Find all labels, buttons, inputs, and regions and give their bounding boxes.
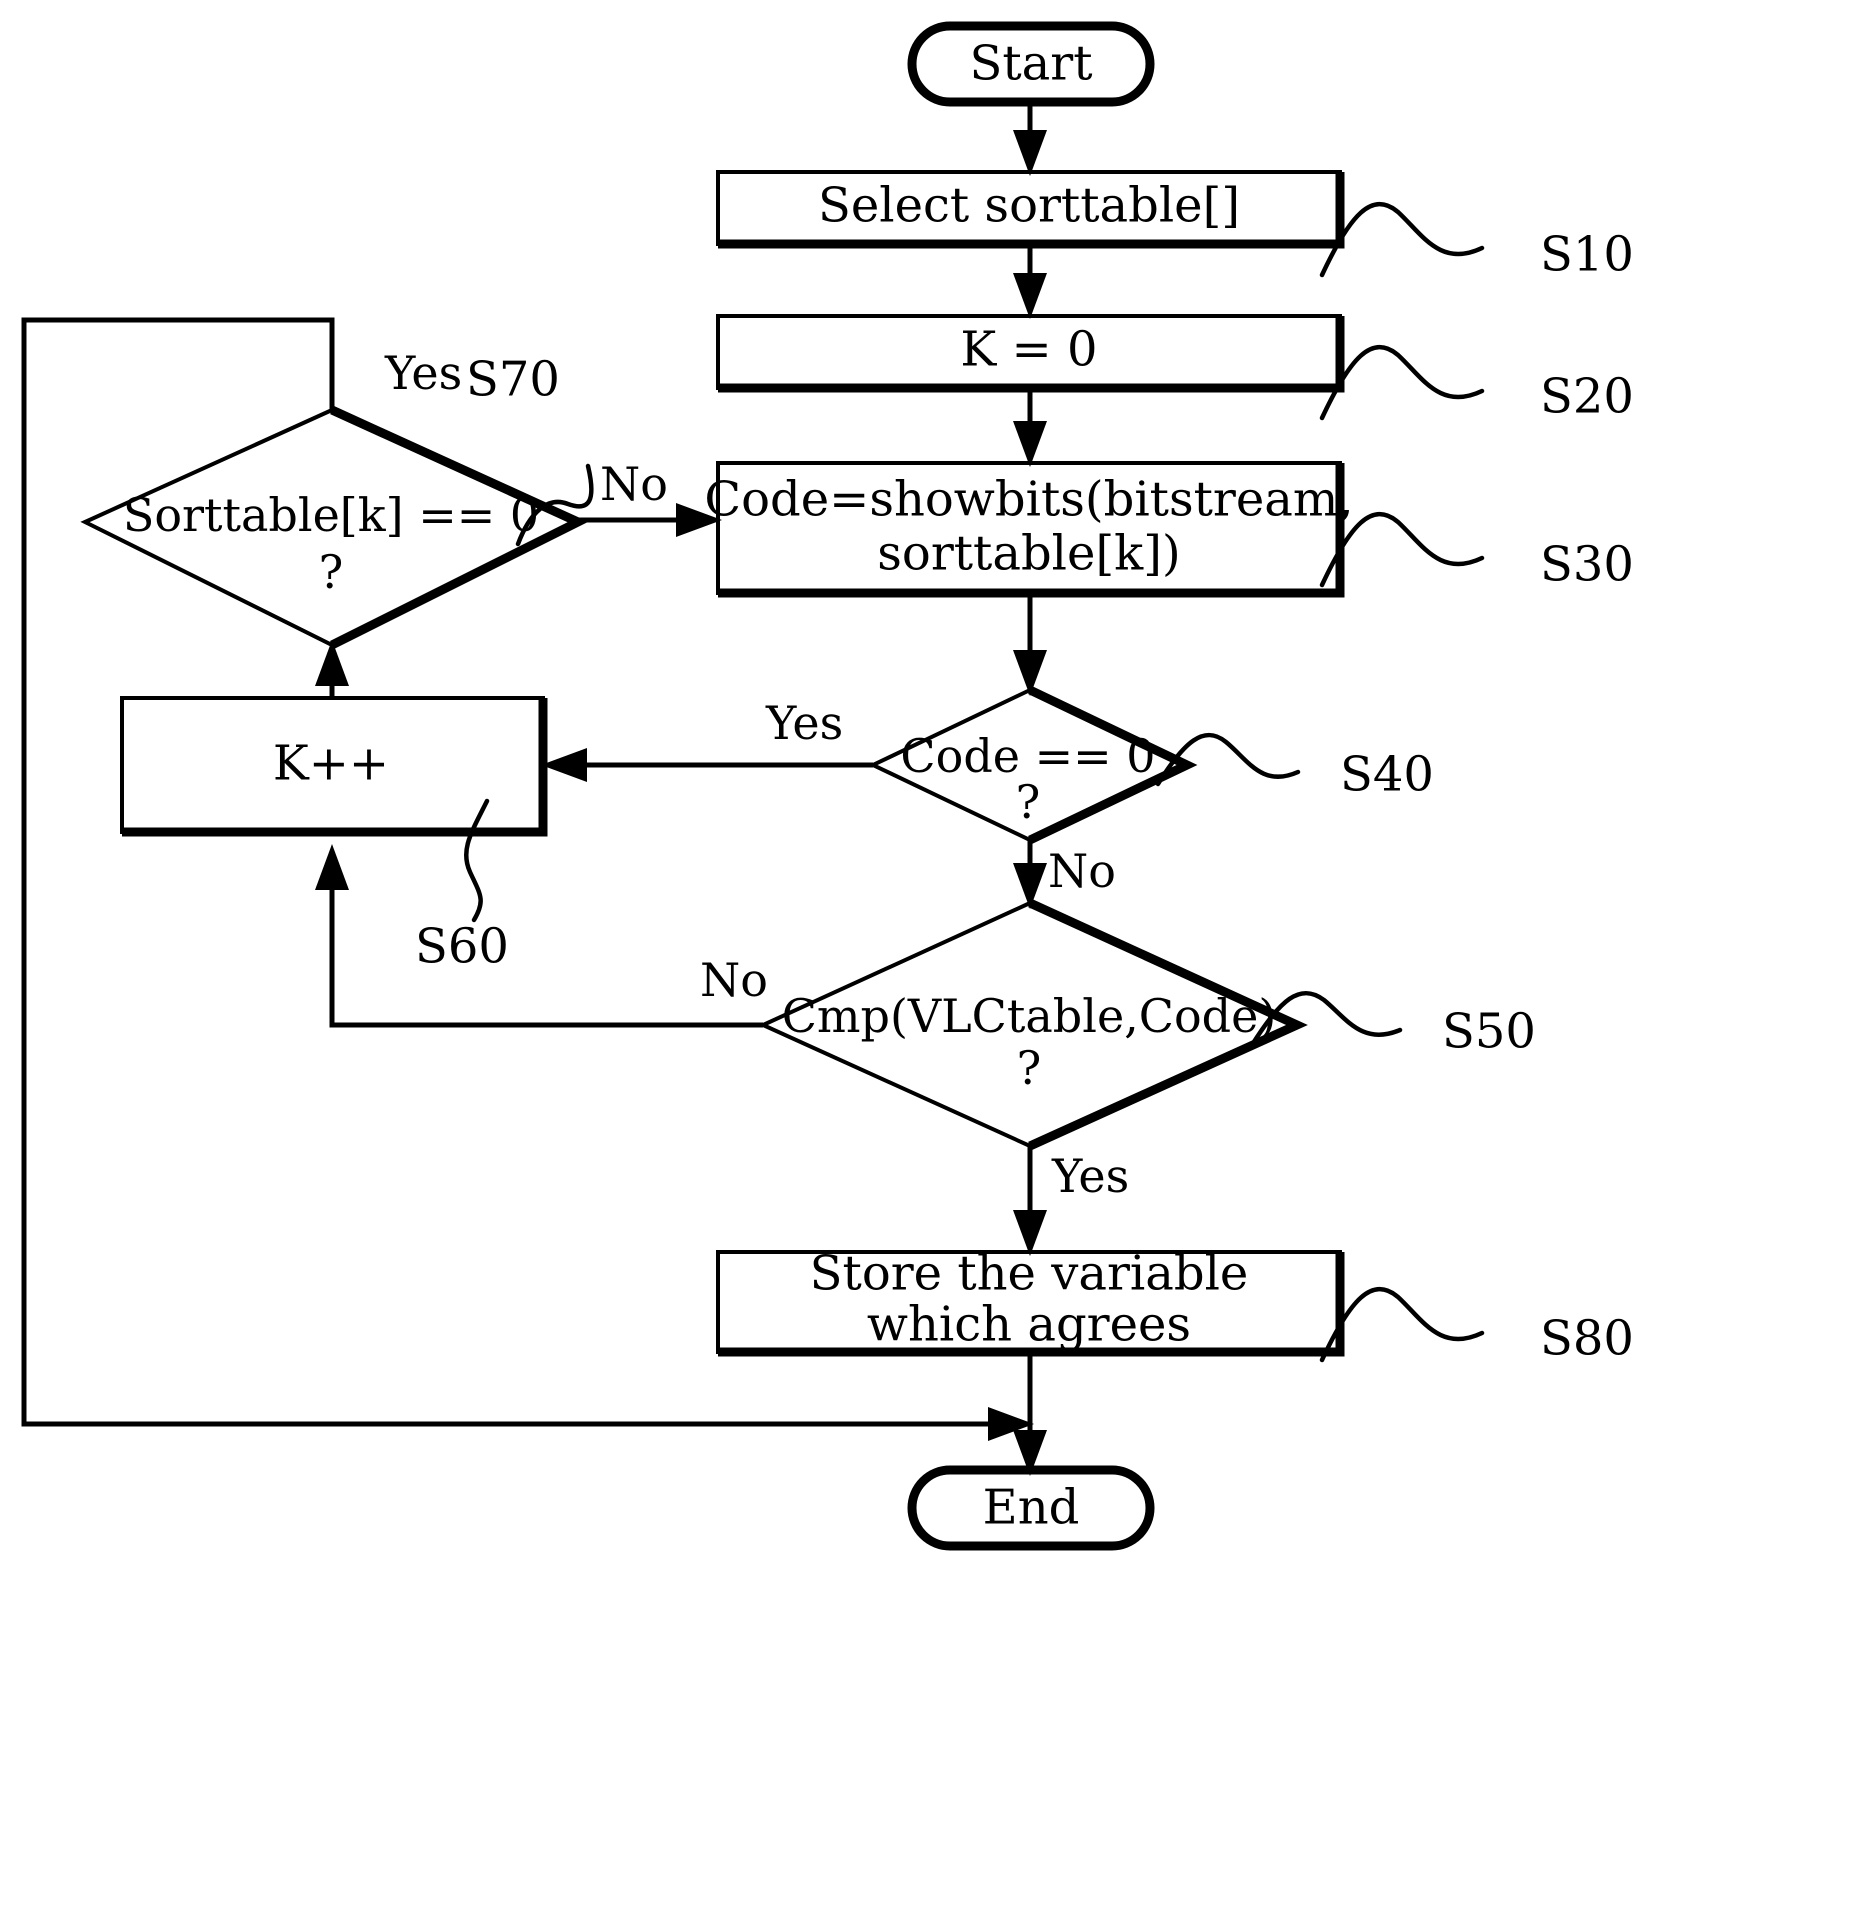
- node-s70-label-line1: Sorttable[k] == 0: [123, 488, 539, 542]
- node-s20: K = 0: [716, 314, 1345, 393]
- edge-label-s70-no: No: [600, 457, 668, 511]
- node-s50-label-line2: ?: [1017, 1041, 1042, 1095]
- node-s40: Code == 0 ?: [868, 685, 1198, 845]
- node-s40-label-line2: ?: [1016, 775, 1041, 829]
- edge-label-s40-no: No: [1048, 844, 1116, 898]
- node-end: End: [907, 1465, 1155, 1551]
- edge-label-s50-no: No: [700, 953, 768, 1007]
- node-s80-label-line2: which agrees: [867, 1297, 1191, 1353]
- node-s70-label-line2: ?: [319, 545, 344, 599]
- ref-label-s40: S40: [1340, 747, 1434, 803]
- node-start: Start: [907, 21, 1155, 107]
- node-s80: Store the variable which agrees: [716, 1246, 1345, 1357]
- edge-label-s50-yes: Yes: [1051, 1149, 1129, 1203]
- ref-label-s80: S80: [1540, 1311, 1634, 1367]
- ref-label-s10: S10: [1540, 227, 1634, 283]
- edge-label-s40-yes: Yes: [765, 696, 843, 750]
- node-s50-label-line1: Cmp(VLCtable,Code): [782, 989, 1277, 1043]
- node-s60-label: K++: [273, 736, 389, 792]
- ref-label-s60: S60: [415, 919, 509, 975]
- node-s30: Code=showbits(bitstream, sorttable[k]): [704, 461, 1354, 598]
- node-s10: Select sorttable[]: [716, 170, 1345, 249]
- node-s30-label-line1: Code=showbits(bitstream,: [704, 472, 1353, 528]
- node-end-label: End: [983, 1480, 1080, 1536]
- edge-s50-no-to-s60: [329, 868, 763, 1028]
- ref-leader-s20: [1319, 344, 1485, 421]
- ref-leader-s60: [464, 798, 490, 923]
- ref-label-s50: S50: [1442, 1004, 1536, 1060]
- edge-label-s70-yes: Yes: [384, 346, 462, 400]
- node-s70: Sorttable[k] == 0 ?: [80, 405, 589, 650]
- ref-leader-s80: [1319, 1286, 1485, 1363]
- node-s80-label-line1: Store the variable: [810, 1246, 1249, 1302]
- flowchart-svg: Start Select sorttable[] K = 0 Code=show…: [21, 21, 1634, 1551]
- flowchart-canvas: Start Select sorttable[] K = 0 Code=show…: [0, 0, 1864, 1931]
- ref-label-s20: S20: [1540, 369, 1634, 425]
- ref-leader-s10: [1319, 201, 1485, 278]
- node-s10-label: Select sorttable[]: [818, 178, 1240, 234]
- node-start-label: Start: [969, 36, 1092, 92]
- node-s20-label: K = 0: [960, 322, 1097, 378]
- node-s50: Cmp(VLCtable,Code) ?: [758, 898, 1308, 1151]
- ref-label-s70: S70: [466, 352, 560, 408]
- ref-label-s30: S30: [1540, 537, 1634, 593]
- node-s30-label-line2: sorttable[k]): [877, 526, 1180, 582]
